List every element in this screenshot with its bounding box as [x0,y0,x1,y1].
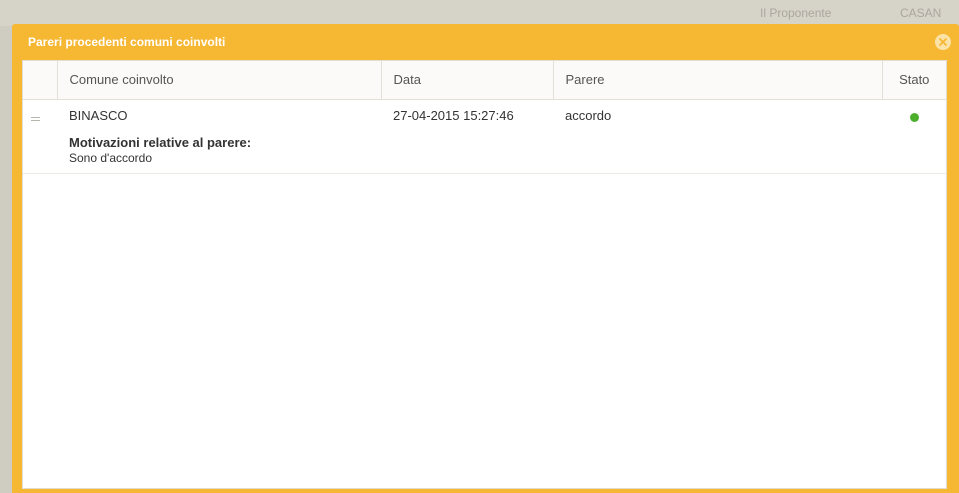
dialog-content: Comune coinvolto Data Parere Stato BINAS… [22,60,947,489]
close-button[interactable] [935,34,951,50]
cell-stato [882,99,946,125]
table-header-row: Comune coinvolto Data Parere Stato [23,61,946,100]
detail-text: Sono d'accordo [69,150,153,165]
cell-parere: accordo [565,107,612,123]
detail-label: Motivazioni relative al parere: [69,134,252,150]
header-parere[interactable]: Parere [553,61,883,100]
close-icon [939,38,947,46]
cell-comune: BINASCO [69,107,128,123]
dialog-title: Pareri procedenti comuni coinvolti [28,35,226,49]
cell-data: 27-04-2015 15:27:46 [393,107,514,123]
collapse-icon[interactable] [31,115,40,122]
row-expand-cell[interactable] [23,99,57,125]
pareri-table: Comune coinvolto Data Parere Stato BINAS… [23,61,946,174]
dialog-titlebar[interactable]: Pareri procedenti comuni coinvolti [12,24,959,60]
background-label: Il Proponente [760,6,832,20]
header-data[interactable]: Data [381,61,554,100]
background-label-right: CASAN [900,6,942,20]
header-comune[interactable]: Comune coinvolto [57,61,382,100]
pareri-dialog: Pareri procedenti comuni coinvolti Comun… [12,24,959,493]
detail-cell: Motivazioni relative al parere: Sono d'a… [57,124,946,174]
status-green-icon [909,112,919,122]
header-expand [23,61,58,100]
background-map: Il Proponente CASAN [0,0,959,26]
table-row[interactable]: BINASCO 27-04-2015 15:27:46 accordo [23,99,946,125]
row-detail: Motivazioni relative al parere: Sono d'a… [23,124,946,174]
header-stato[interactable]: Stato [882,61,946,100]
